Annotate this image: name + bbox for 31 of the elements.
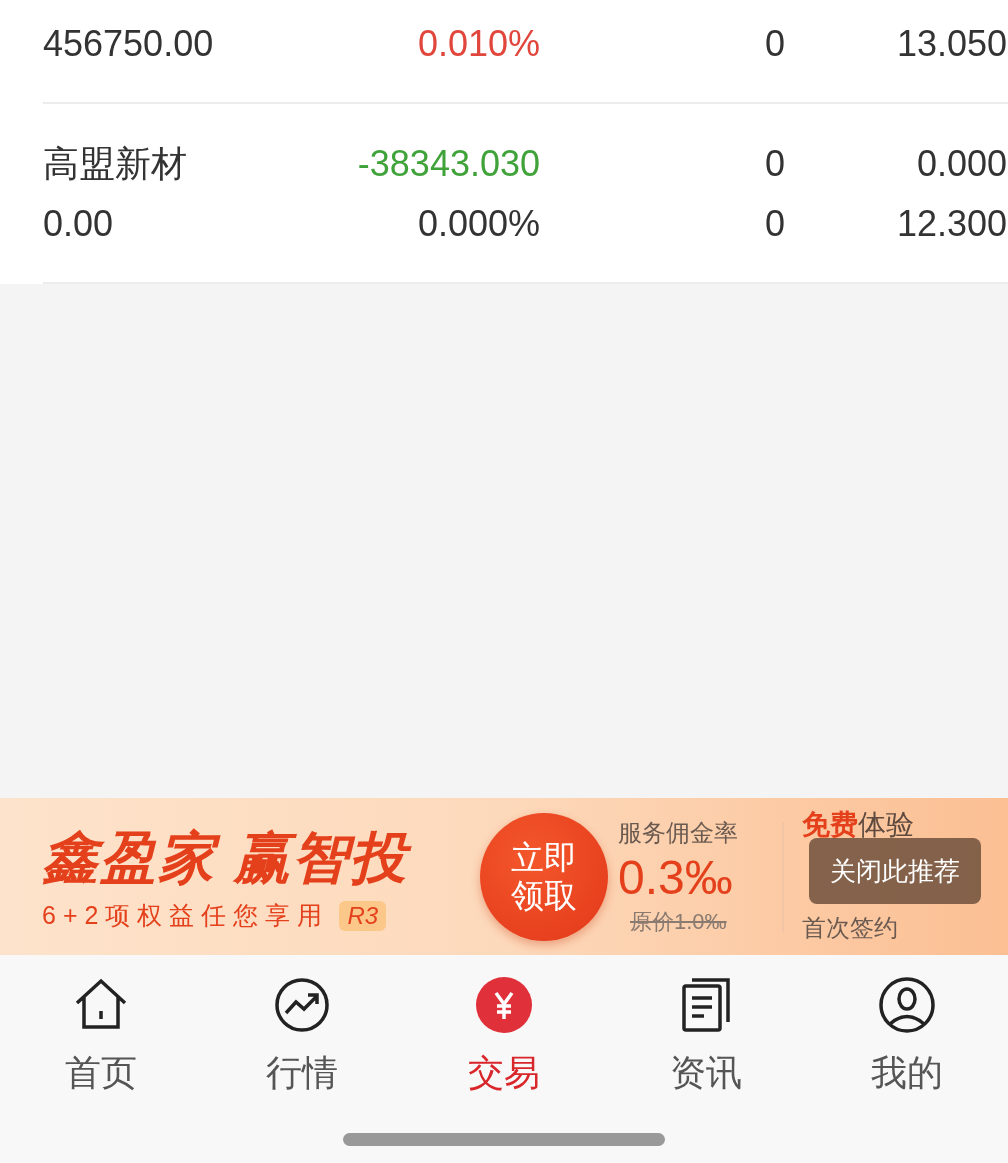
nav-tab[interactable]: 首页 (64, 975, 137, 1098)
table-cell-text: 0 (763, 23, 785, 65)
table-cell-text: 高盟新材 (43, 141, 188, 186)
table-cell-text: 13.050 (895, 23, 1007, 65)
rate-label: 服务佣金率 (618, 817, 739, 848)
promo-banner[interactable]: 鑫盈家 赢智投 6+2项权益任您享用 R3 立即 领取 服务佣金率 0.3‰ 原价1.0‰ 免费体验 关闭此推荐 首次签约 (0, 798, 1008, 955)
table-cell-text: 456750.00 (43, 23, 215, 65)
close-recommendation-button[interactable]: 关闭此推荐 (809, 838, 981, 904)
table-cell-text: 0.00 (43, 203, 115, 245)
user-icon (877, 975, 938, 1035)
table-cell-text: 0 (763, 203, 785, 245)
nav-tab[interactable]: 交易 (468, 975, 540, 1098)
risk-badge: R3 (339, 900, 387, 931)
table-cell-text: -38343.030 (356, 143, 540, 185)
table-cell-text: 12.300 (895, 203, 1007, 245)
original-price: 原价1.0‰ (630, 907, 728, 936)
claim-button[interactable]: 立即 领取 (480, 812, 608, 941)
home-indicator[interactable] (343, 1133, 665, 1146)
table-cell-text: 0.000 (915, 143, 1007, 185)
table-cell-text: 0.000% (416, 203, 540, 245)
first-sign-label: 首次签约 (802, 912, 899, 943)
table-cell-text: 0.010% (416, 23, 540, 65)
nav-tab[interactable]: 资讯 (669, 975, 742, 1098)
yen-icon (474, 975, 534, 1035)
rate-value: 0.3‰ (618, 849, 734, 906)
table-cell-text: 0 (763, 143, 785, 185)
free-trial-label: 免费体验 (802, 809, 914, 840)
banner-subtitle: 6+2项权益任您享用 (42, 900, 330, 931)
nav-tab[interactable]: 行情 (266, 975, 339, 1098)
banner-title: 鑫盈家 赢智投 (42, 821, 480, 897)
nav-tab[interactable]: 我的 (871, 975, 944, 1098)
